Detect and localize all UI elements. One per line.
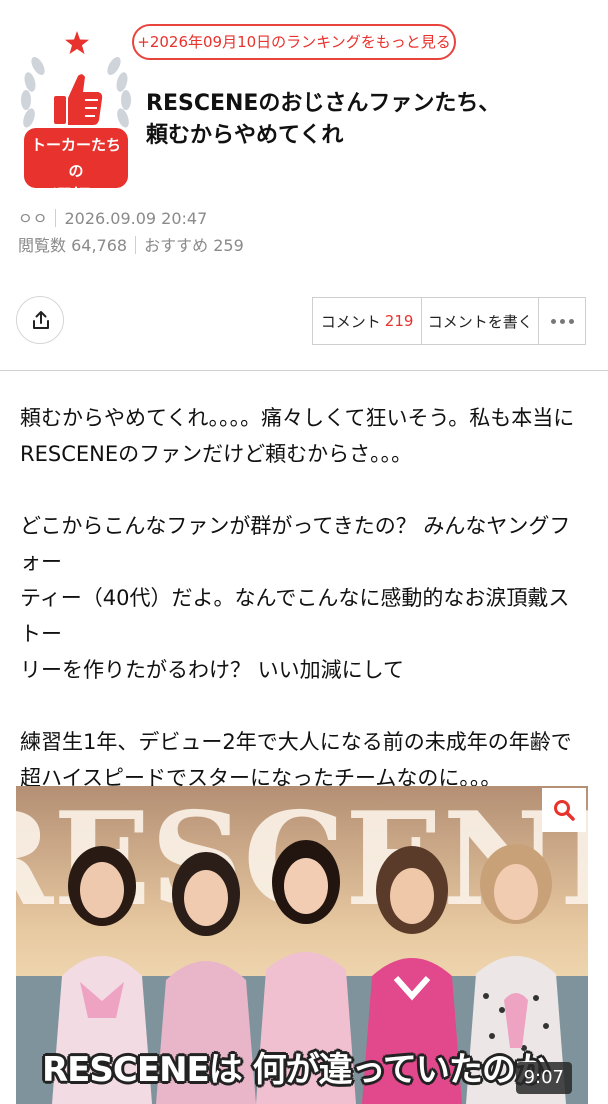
choice-badge: トーカーたちの 選択! — [16, 30, 136, 208]
write-comment-button[interactable]: コメントを書く — [422, 298, 540, 344]
share-button[interactable] — [16, 296, 64, 344]
badge-label: トーカーたちの 選択! — [24, 128, 128, 208]
author-name[interactable]: ㅇㅇ — [18, 209, 47, 228]
comment-button[interactable]: コメント 219 — [313, 298, 423, 344]
more-button[interactable] — [539, 298, 585, 344]
body-line: どこからこんなファンが群がってきたの？ みんなヤングフォー — [20, 514, 571, 574]
comment-count: 219 — [384, 312, 414, 330]
recommend-count: 259 — [213, 236, 244, 255]
comment-actions: コメント 219 コメントを書く — [312, 297, 586, 345]
post-body: 頼むからやめてくれ。。。。痛々しくて狂いそう。私も本当に RESCENEのファン… — [20, 400, 588, 832]
body-line: リーを作りたがるわけ？ いい加減にして — [20, 658, 405, 682]
recommend-label: おすすめ — [144, 236, 209, 255]
comment-label: コメント — [320, 312, 381, 331]
paragraph: 頼むからやめてくれ。。。。痛々しくて狂いそう。私も本当に RESCENEのファン… — [20, 400, 588, 472]
post-datetime: 2026.09.09 20:47 — [64, 209, 208, 228]
paragraph: どこからこんなファンが群がってきたの？ みんなヤングフォー ティー（40代）だよ… — [20, 508, 588, 688]
post-title: RESCENEのおじさんファンたち、 頼むからやめてくれ — [146, 88, 586, 152]
thumbs-up-icon — [54, 74, 103, 125]
body-line: ティー（40代）だよ。なんでこんなに感動的なお涙頂戴ストー — [20, 586, 570, 646]
title-line2: 頼むからやめてくれ — [146, 123, 344, 148]
badge-line1: トーカーたちの — [30, 136, 121, 180]
views-label: 閲覧数 — [18, 236, 67, 255]
share-icon — [33, 311, 49, 329]
zoom-button[interactable] — [542, 788, 586, 832]
section-divider — [0, 370, 608, 371]
views-count: 64,768 — [71, 236, 128, 255]
title-line1: RESCENEのおじさんファンたち、 — [146, 91, 501, 116]
video-thumbnail[interactable]: RESCENEは 何が違っていたのか 9:07 — [16, 786, 588, 1104]
post-meta: ㅇㅇ 2026.09.09 20:47 — [18, 205, 207, 229]
more-icon — [550, 318, 574, 324]
post-stats: 閲覧数 64,768 おすすめ 259 — [18, 232, 244, 256]
body-line: 頼むからやめてくれ。。。。痛々しくて狂いそう。私も本当に — [20, 406, 575, 430]
video-caption: RESCENEは 何が違っていたのか — [42, 1050, 549, 1090]
divider — [55, 209, 57, 227]
zoom-icon — [554, 800, 575, 821]
ranking-link[interactable]: +2026年09月10日のランキングをもっと見る — [132, 24, 456, 60]
video-duration: 9:07 — [515, 1062, 572, 1094]
divider — [135, 236, 137, 254]
body-line: 練習生1年、デビュー2年で大人になる前の未成年の年齢で — [20, 730, 572, 754]
body-line: RESCENEのファンだけど頼むからさ。。。 — [20, 442, 413, 466]
